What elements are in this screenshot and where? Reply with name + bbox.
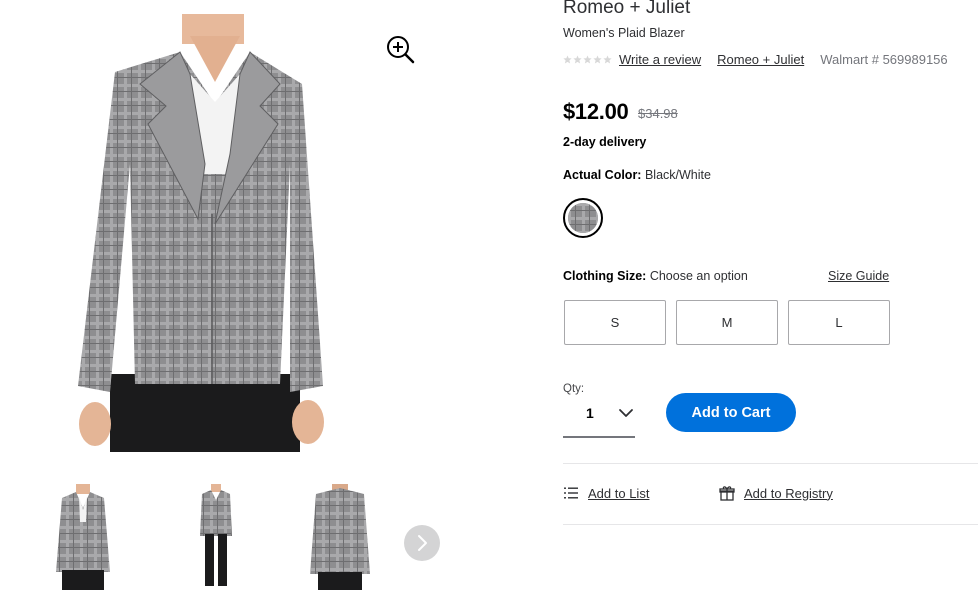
size-guide-link[interactable]: Size Guide <box>828 269 889 283</box>
was-price: $34.98 <box>638 106 678 121</box>
add-to-list-label: Add to List <box>588 485 650 501</box>
size-label: Clothing Size: Choose an option <box>563 269 748 283</box>
size-option-m[interactable]: M <box>676 300 778 345</box>
product-brand-title: Romeo + Juliet <box>563 0 691 18</box>
product-name: Women's Plaid Blazer <box>563 26 685 40</box>
list-icon <box>564 487 578 499</box>
write-review-link[interactable]: Write a review <box>619 52 701 67</box>
color-swatch-black-white[interactable] <box>563 198 603 238</box>
add-to-cart-button[interactable]: Add to Cart <box>666 393 796 432</box>
chevron-down-icon <box>619 409 633 417</box>
delivery-info: 2-day delivery <box>563 135 647 149</box>
product-main-image[interactable] <box>40 14 385 452</box>
color-label-title: Actual Color: <box>563 168 642 182</box>
size-option-s[interactable]: S <box>564 300 666 345</box>
quantity-value: 1 <box>586 405 594 421</box>
add-to-list-button[interactable]: Add to List <box>563 485 649 501</box>
star-icon <box>573 54 582 63</box>
brand-link[interactable]: Romeo + Juliet <box>717 52 804 67</box>
divider <box>563 524 978 525</box>
divider <box>563 463 978 464</box>
blazer-photo <box>78 14 324 452</box>
gift-icon <box>719 486 735 501</box>
thumbnail-front[interactable] <box>52 484 114 590</box>
product-meta-row: Write a review Romeo + Juliet Walmart # … <box>563 50 978 68</box>
chevron-right-icon[interactable] <box>404 525 440 561</box>
star-icon <box>603 54 612 63</box>
star-icon <box>583 54 592 63</box>
size-option-l[interactable]: L <box>788 300 890 345</box>
rating-stars <box>563 54 612 64</box>
color-value: Black/White <box>644 168 711 182</box>
star-icon <box>593 54 602 63</box>
sku-number: Walmart # 569989156 <box>820 51 948 67</box>
add-to-registry-label: Add to Registry <box>744 485 833 501</box>
size-label-title: Clothing Size: <box>563 269 647 283</box>
current-price: $12.00 <box>563 99 629 124</box>
quantity-label: Qty: <box>563 383 585 395</box>
zoom-in-icon[interactable] <box>385 34 417 66</box>
thumbnail-back[interactable] <box>308 484 372 590</box>
swatch-fill <box>568 203 598 233</box>
star-icon <box>563 54 572 63</box>
quantity-select[interactable]: 1 <box>563 397 635 438</box>
thumbnail-full-body[interactable] <box>196 484 236 590</box>
add-to-registry-button[interactable]: Add to Registry <box>719 485 833 501</box>
size-value: Choose an option <box>649 269 748 283</box>
color-label: Actual Color: Black/White <box>563 168 711 182</box>
